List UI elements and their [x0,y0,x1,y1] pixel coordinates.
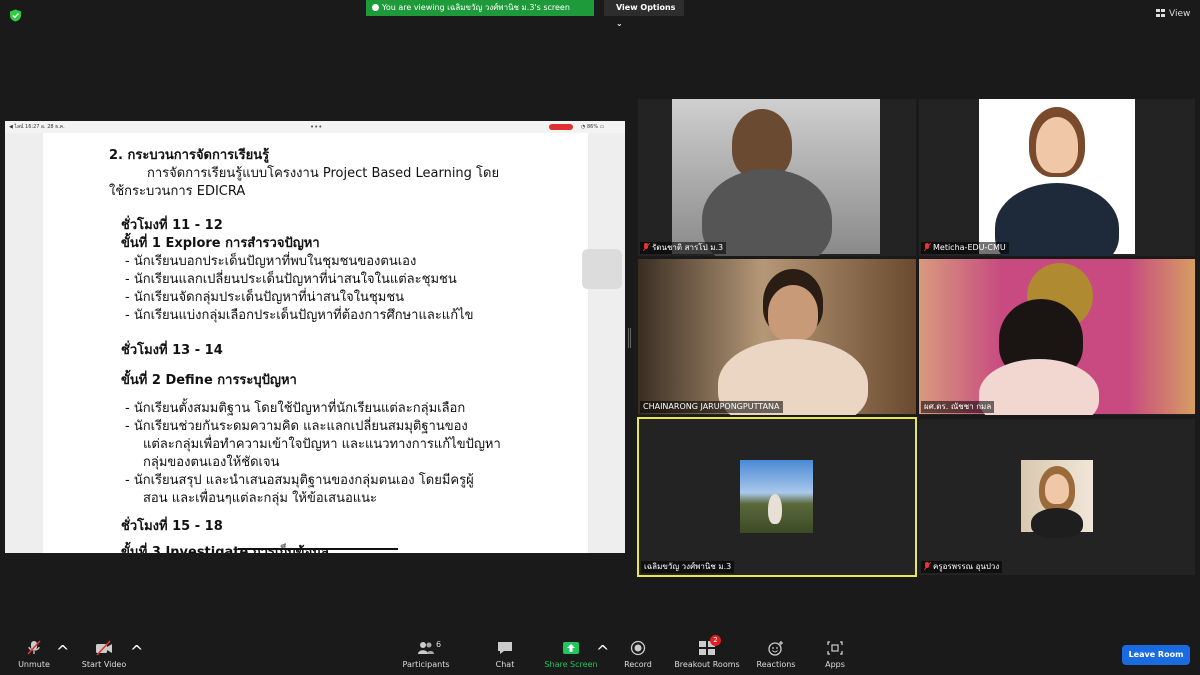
splitter-handle[interactable] [628,328,631,348]
participant-body [979,359,1099,415]
breakout-rooms-button[interactable]: 2 Breakout Rooms [672,635,742,669]
mic-muted-icon [924,562,930,570]
participants-icon [418,642,434,654]
participant-video [672,99,880,256]
video-tile[interactable]: ครูอรพรรณ อุนปวง [919,419,1195,575]
viewing-text: You are viewing เฉลิมขวัญ วงศ์พานิช ม.3'… [382,3,570,12]
participant-face [1036,117,1078,173]
doc-line: ชั่วโมงที่ 13 - 14 [121,343,223,358]
apps-button[interactable]: Apps [820,640,850,669]
start-video-button[interactable]: Start Video [80,640,128,669]
recording-indicator [549,124,573,130]
share-screen-button[interactable]: Share Screen [542,640,600,669]
doc-line: สอน และเพื่อนๆแต่ละกลุ่ม ให้ข้อเสนอแนะ [143,491,378,506]
video-off-icon [96,640,112,656]
record-button[interactable]: Record [620,640,656,669]
doc-line: ขั้นที่ 2 Define การระบุปัญหา [121,373,297,388]
avatar-face [1045,474,1069,504]
participants-count: 6 [436,640,442,649]
doc-line: ชั่วโมงที่ 15 - 18 [121,519,223,534]
participant-name-text: ผศ.ดร. ณัชชา กมล [924,402,992,411]
shield-check-icon[interactable] [9,9,22,22]
leave-room-button[interactable]: Leave Room [1122,645,1190,665]
chat-button[interactable]: Chat [490,640,520,669]
unmute-button[interactable]: Unmute [14,640,54,669]
participant-name: รัตนชาติ สารโป ม.3 [640,242,727,254]
avatar-body [1031,508,1083,538]
view-options-label: View Options [616,3,676,12]
video-options-caret[interactable]: ^ [130,642,143,661]
breakout-rooms-label: Breakout Rooms [674,660,740,669]
view-options-button[interactable]: View Options ⌄ [604,0,684,28]
participant-name-text: CHAINARONG JARUPONGPUTTANA [643,402,780,411]
participant-name-text: ครูอรพรรณ อุนปวง [933,562,1000,571]
ipad-status-left: ◀ ไลน์ 16:27 อ. 28 ธ.ค. [9,124,65,130]
record-label: Record [624,660,652,669]
participant-name-text: รัตนชาติ สารโป ม.3 [652,243,724,252]
breakout-badge: 2 [710,635,721,646]
battery-level: 86% [586,124,599,130]
mic-muted-icon [27,640,41,655]
participant-face [768,285,818,341]
ipad-status-bar: ◀ ไลน์ 16:27 อ. 28 ธ.ค. ••• ◔ 86% ▭ [5,121,625,133]
reactions-button[interactable]: Reactions [754,640,798,669]
share-status-icon [372,4,379,11]
start-video-label: Start Video [81,660,127,669]
participant-name-text: Meticha-EDU-CMU [933,243,1006,252]
battery-indicator: ◔ 86% ▭ [581,124,605,130]
participant-video [919,259,1195,415]
participant-name: ผศ.ดร. ณัชชา กมล [921,401,995,413]
doc-line: ขั้นที่ 3 Investigate การเก็บข้อมูล [121,545,329,553]
assistive-touch-button[interactable] [582,249,622,289]
mic-muted-icon [924,243,930,251]
participant-name: CHAINARONG JARUPONGPUTTANA [640,401,783,413]
shared-screen[interactable]: ◀ ไลน์ 16:27 อ. 28 ธ.ค. ••• ◔ 86% ▭ 2. ก… [5,121,625,553]
emoji-plus-icon [768,641,783,656]
top-bar: You are viewing เฉลิมขวัญ วงศ์พานิช ม.3'… [0,0,1200,32]
participant-avatar [1021,460,1093,538]
share-screen-icon [563,642,579,654]
unmute-label: Unmute [18,660,50,669]
page-margin-left [5,133,43,553]
video-tile[interactable]: Meticha-EDU-CMU [919,99,1195,256]
video-tile-active-speaker[interactable]: เฉลิมขวัญ วงศ์พานิช ม.3 [637,417,917,577]
participants-label: Participants [402,660,450,669]
doc-line: - นักเรียนแบ่งกลุ่มเลือกประเด็นปัญหาที่ต… [125,308,474,323]
grid-view-icon [1156,9,1165,17]
chat-bubble-icon [498,642,512,654]
chat-label: Chat [495,660,515,669]
participants-button[interactable]: 6 Participants [402,640,450,669]
ink-stroke [238,548,398,550]
page-margin-right [588,133,625,553]
meeting-toolbar: Unmute ^ Start Video ^ 6 Participants Ch… [0,632,1200,675]
apps-label: Apps [825,660,845,669]
audio-options-caret[interactable]: ^ [56,642,69,661]
view-button[interactable]: View [1156,9,1190,19]
participant-name: เฉลิมขวัญ วงศ์พานิช ม.3 [641,561,735,573]
video-tile[interactable]: ผศ.ดร. ณัชชา กมล [919,259,1195,415]
participant-avatar [740,460,813,533]
participant-name: ครูอรพรรณ อุนปวง [921,561,1003,573]
viewing-screen-banner: You are viewing เฉลิมขวัญ วงศ์พานิช ม.3'… [366,0,594,16]
apps-icon [827,641,843,655]
video-tile[interactable]: CHAINARONG JARUPONGPUTTANA [638,259,916,415]
participant-name-text: เฉลิมขวัญ วงศ์พานิช ม.3 [644,562,732,571]
chevron-down-icon: ⌄ [616,19,623,28]
document-page: 2. กระบวนการจัดการเรียนรู้ การจัดการเรีย… [43,133,588,553]
participant-body [995,183,1119,256]
avatar-figure [768,494,782,524]
view-label: View [1169,9,1191,19]
share-options-caret[interactable]: ^ [596,642,609,661]
ipad-multitask-dots: ••• [310,123,323,131]
share-screen-label: Share Screen [544,660,598,669]
participant-video [638,259,916,415]
doc-line: ใช้กระบวนการ EDICRA [109,184,246,199]
reactions-label: Reactions [756,660,796,669]
record-icon [630,640,646,656]
video-tile[interactable]: รัตนชาติ สารโป ม.3 [638,99,916,256]
mic-muted-icon [643,243,649,251]
participant-video [979,99,1135,256]
participant-name: Meticha-EDU-CMU [921,242,1009,254]
